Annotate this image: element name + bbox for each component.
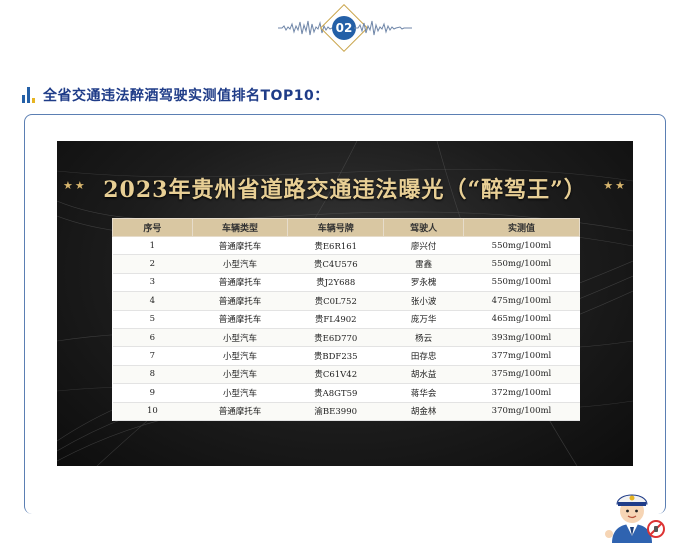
cell-vehicle-type: 小型汽车 bbox=[192, 383, 288, 403]
section-heading-text: 全省交通违法醉酒驾驶实测值排名TOP10： bbox=[43, 88, 329, 104]
cell-vehicle-type: 普通摩托车 bbox=[192, 291, 288, 311]
cell-plate: 贵BDF235 bbox=[287, 346, 384, 366]
cell-measured-value: 550mg/100ml bbox=[463, 254, 580, 274]
table-row: 7 小型汽车 贵BDF235 田存忠 377mg/100ml bbox=[112, 346, 580, 366]
cell-driver: 胡水益 bbox=[383, 365, 464, 385]
cell-rank: 8 bbox=[112, 365, 193, 385]
cell-vehicle-type: 小型汽车 bbox=[192, 346, 288, 366]
cell-driver: 廖兴付 bbox=[383, 236, 464, 256]
cell-measured-value: 550mg/100ml bbox=[463, 273, 580, 293]
cell-driver: 蒋华会 bbox=[383, 383, 464, 403]
sound-wave-icon bbox=[354, 20, 412, 36]
cell-plate: 贵E6D770 bbox=[287, 328, 384, 348]
cell-plate: 贵FL4902 bbox=[287, 310, 384, 329]
cell-driver: 杨云 bbox=[383, 328, 464, 348]
poster-title: 2023年贵州省道路交通违法曝光（“醉驾王”） bbox=[103, 177, 587, 203]
table-row: 1 普通摩托车 贵E6R161 廖兴付 550mg/100ml bbox=[112, 236, 580, 256]
cell-vehicle-type: 普通摩托车 bbox=[192, 273, 288, 293]
table-row: 2 小型汽车 贵C4U576 雷鑫 550mg/100ml bbox=[112, 254, 580, 274]
cell-measured-value: 550mg/100ml bbox=[463, 236, 580, 256]
traffic-police-mascot bbox=[605, 494, 665, 543]
header-plate: 车辆号牌 bbox=[287, 218, 385, 237]
cell-driver: 张小波 bbox=[383, 291, 464, 311]
table-row: 8 小型汽车 贵C61V42 胡水益 375mg/100ml bbox=[112, 365, 580, 385]
cell-plate: 贵A8GT59 bbox=[287, 383, 384, 403]
cell-rank: 1 bbox=[112, 236, 193, 256]
bar-chart-icon bbox=[22, 87, 35, 103]
ranking-table: 序号 车辆类型 车辆号牌 驾驶人 实测值 1 普通摩托车 贵E6R161 廖兴付… bbox=[112, 218, 581, 421]
cell-driver: 庞万华 bbox=[383, 310, 464, 329]
cell-plate: 贵C4U576 bbox=[287, 254, 384, 274]
cell-measured-value: 377mg/100ml bbox=[463, 346, 580, 366]
cell-rank: 5 bbox=[112, 310, 193, 329]
cell-rank: 4 bbox=[112, 291, 193, 311]
cell-rank: 9 bbox=[112, 383, 193, 403]
cell-rank: 3 bbox=[112, 273, 193, 293]
cell-driver: 罗永槐 bbox=[383, 273, 464, 293]
cell-driver: 田存忠 bbox=[383, 346, 464, 366]
cell-vehicle-type: 小型汽车 bbox=[192, 328, 288, 348]
cell-measured-value: 475mg/100ml bbox=[463, 291, 580, 311]
header-driver: 驾驶人 bbox=[383, 218, 464, 237]
cell-measured-value: 372mg/100ml bbox=[463, 383, 580, 403]
cell-vehicle-type: 小型汽车 bbox=[192, 254, 288, 274]
table-row: 5 普通摩托车 贵FL4902 庞万华 465mg/100ml bbox=[112, 310, 580, 329]
table-row: 3 普通摩托车 贵J2Y688 罗永槐 550mg/100ml bbox=[112, 273, 580, 293]
cell-rank: 10 bbox=[112, 402, 193, 421]
section-heading: 全省交通违法醉酒驾驶实测值排名TOP10： bbox=[22, 84, 329, 106]
table-row: 4 普通摩托车 贵C0L752 张小波 475mg/100ml bbox=[112, 291, 580, 311]
cell-measured-value: 375mg/100ml bbox=[463, 365, 580, 385]
badge-number: 02 bbox=[332, 16, 356, 40]
cell-vehicle-type: 普通摩托车 bbox=[192, 236, 288, 256]
table-row: 9 小型汽车 贵A8GT59 蒋华会 372mg/100ml bbox=[112, 383, 580, 403]
table-row: 6 小型汽车 贵E6D770 杨云 393mg/100ml bbox=[112, 328, 580, 348]
cell-measured-value: 465mg/100ml bbox=[463, 310, 580, 329]
exposure-poster: ★★ ★★ 2023年贵州省道路交通违法曝光（“醉驾王”） 序号 车辆类型 车辆… bbox=[57, 141, 633, 466]
table-row: 10 普通摩托车 渝BE3990 胡金林 370mg/100ml bbox=[112, 402, 580, 421]
cell-plate: 贵E6R161 bbox=[287, 236, 384, 256]
cell-plate: 贵C61V42 bbox=[287, 365, 384, 385]
header-rank: 序号 bbox=[112, 218, 193, 237]
cell-vehicle-type: 普通摩托车 bbox=[192, 310, 288, 329]
cell-rank: 7 bbox=[112, 346, 193, 366]
section-number-badge: 02 bbox=[270, 3, 420, 53]
cell-measured-value: 393mg/100ml bbox=[463, 328, 580, 348]
cell-rank: 2 bbox=[112, 254, 193, 274]
cell-rank: 6 bbox=[112, 328, 193, 348]
cell-driver: 胡金林 bbox=[383, 402, 464, 421]
cell-plate: 贵C0L752 bbox=[287, 291, 384, 311]
cell-plate: 贵J2Y688 bbox=[287, 273, 384, 293]
cell-vehicle-type: 普通摩托车 bbox=[192, 402, 288, 421]
cell-measured-value: 370mg/100ml bbox=[463, 402, 580, 421]
cell-plate: 渝BE3990 bbox=[287, 402, 384, 421]
table-header-row: 序号 车辆类型 车辆号牌 驾驶人 实测值 bbox=[112, 218, 581, 237]
header-vehicle-type: 车辆类型 bbox=[191, 218, 289, 237]
cell-vehicle-type: 小型汽车 bbox=[192, 365, 288, 385]
header-measured-value: 实测值 bbox=[462, 218, 581, 237]
cell-driver: 雷鑫 bbox=[383, 254, 464, 274]
